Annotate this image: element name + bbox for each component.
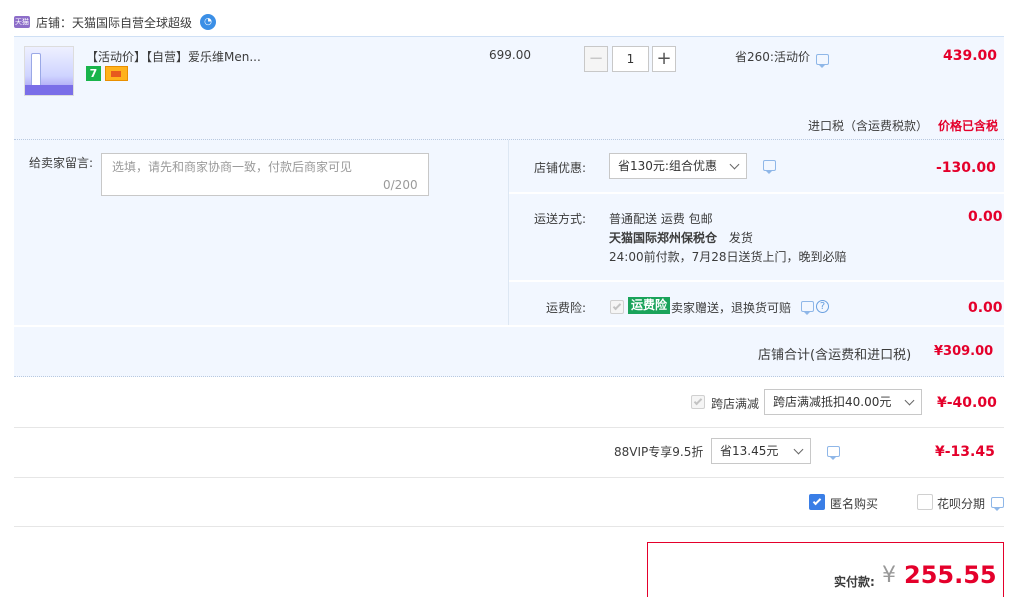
shop-discount-amount: -130.00 [936, 160, 996, 176]
row-separator [509, 280, 1004, 282]
anonymous-label[interactable]: 匿名购买 [830, 495, 878, 512]
cross-store-selected: 跨店满减抵扣40.00元 [773, 395, 892, 409]
help-icon[interactable]: ? [816, 300, 829, 313]
shipping-label: 运送方式: [534, 212, 587, 226]
huabei-checkbox[interactable] [917, 494, 933, 510]
cross-store-checkbox[interactable] [691, 395, 705, 409]
vip-discount-label: 88VIP专享9.5折 [614, 445, 704, 459]
warehouse-name: 天猫国际郑州保税仓 [609, 231, 718, 245]
quantity-decrease-button[interactable]: − [584, 46, 608, 72]
chevron-down-icon [904, 395, 915, 406]
huabei-info-icon[interactable] [991, 497, 1004, 511]
wangwang-chat-icon[interactable]: ◔ [200, 14, 217, 30]
shipping-amount: 0.00 [968, 209, 1003, 225]
insurance-label: 运费险: [546, 301, 587, 315]
insurance-text: 卖家赠送，退换货可赔 [671, 301, 792, 315]
card-payment-icon [105, 66, 128, 81]
shop-subtotal-value: ¥309.00 [934, 344, 994, 359]
original-price: 699.00 [489, 48, 531, 62]
discount-info-icon[interactable] [763, 160, 776, 174]
total-label: 实付款: [834, 575, 875, 589]
cross-store-amount: ¥-40.00 [937, 395, 997, 411]
vip-discount-amount: ¥-13.45 [935, 444, 995, 460]
chevron-down-icon [729, 159, 740, 170]
insurance-tag: 运费险 [628, 297, 671, 314]
7-day-return-icon: 7 [86, 66, 101, 81]
shop-header: 天猫 店铺：天猫国际自营全球超级 ◔ [14, 12, 217, 32]
insurance-amount: 0.00 [968, 300, 1003, 316]
delivery-promise: 24:00前付款，7月28日送货上门，晚到必赔 [609, 250, 847, 264]
seller-message-placeholder: 选填，请先和商家协商一致，付款后商家可见 [112, 160, 353, 174]
import-tax-label: 进口税（含运费税款） [808, 119, 929, 133]
quantity-input[interactable]: 1 [612, 46, 649, 72]
vip-info-icon[interactable] [827, 446, 840, 460]
promotion-saving: 省260:活动价 [735, 50, 810, 64]
chevron-down-icon [793, 444, 804, 455]
import-tax-value: 价格已含税 [938, 119, 999, 133]
total-amount: 255.55 [904, 561, 997, 589]
shop-subtotal-label: 店铺合计(含运费和进口税) [758, 348, 912, 363]
row-separator [14, 325, 1004, 327]
insurance-checkbox[interactable] [610, 300, 624, 314]
warehouse-suffix: 发货 [728, 231, 753, 245]
cross-store-label: 跨店满减 [711, 397, 760, 411]
product-title[interactable]: 【活动价】【自营】爱乐维Men... [86, 48, 261, 65]
row-separator [509, 192, 1004, 194]
row-separator [14, 526, 1004, 527]
huabei-label[interactable]: 花呗分期 [937, 495, 985, 512]
shipping-method: 普通配送 运费 包邮 [609, 212, 713, 226]
cross-store-select[interactable]: 跨店满减抵扣40.00元 [764, 389, 922, 415]
item-price: 439.00 [943, 48, 998, 64]
seller-message-counter: 0/200 [383, 178, 418, 192]
shop-discount-select[interactable]: 省130元:组合优惠 [609, 153, 747, 179]
anonymous-checkbox[interactable] [809, 494, 825, 510]
tmall-shop-icon: 天猫 [14, 16, 30, 28]
seller-message-label: 给卖家留言: [29, 156, 94, 170]
shop-name[interactable]: 店铺：天猫国际自营全球超级 [36, 14, 192, 31]
shop-discount-label: 店铺优惠: [534, 161, 587, 175]
currency-symbol: ¥ [882, 563, 896, 588]
panel-divider [508, 140, 509, 325]
shipping-warehouse: 天猫国际郑州保税仓 发货 [609, 229, 753, 246]
quantity-increase-button[interactable]: + [652, 46, 676, 72]
insurance-info-icon[interactable] [801, 301, 814, 315]
promotion-info-icon[interactable] [816, 54, 829, 68]
vip-discount-select[interactable]: 省13.45元 [711, 438, 811, 464]
row-separator [14, 477, 1004, 478]
row-separator [14, 427, 1004, 428]
vip-discount-selected: 省13.45元 [720, 444, 779, 458]
shop-discount-selected: 省130元:组合优惠 [618, 159, 717, 173]
product-thumbnail[interactable] [24, 46, 74, 96]
